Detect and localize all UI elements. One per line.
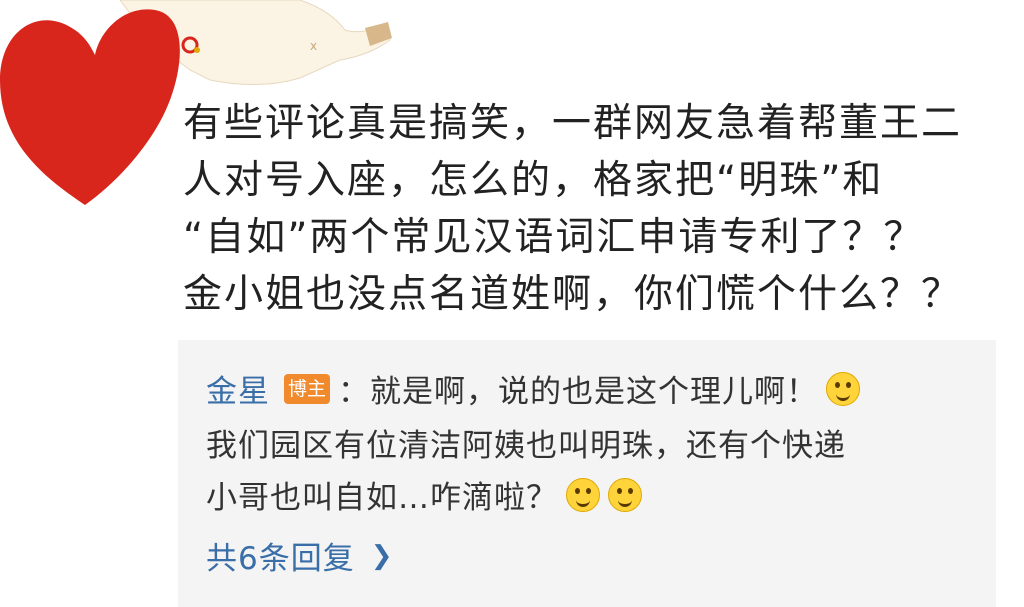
- reply-first-line: 金星 博主 ：就是啊，说的也是这个理儿啊！: [206, 366, 861, 411]
- reply-author-link[interactable]: 金星: [206, 366, 270, 411]
- comment-text: 有些评论真是搞笑，一群网友急着帮董王二 人对号入座，怎么的，格家把“明珠”和 “…: [183, 95, 1003, 323]
- reply-second-line: 我们园区有位清洁阿姨也叫明珠，还有个快递: [206, 420, 846, 465]
- view-more-replies-link[interactable]: 共6条回复 ❯: [206, 533, 394, 578]
- giggle-emoji-icon: [608, 477, 642, 512]
- reply-text: 我们园区有位清洁阿姨也叫明珠，还有个快递: [206, 428, 846, 464]
- reply-text: ：就是啊，说的也是这个理儿啊！: [338, 374, 819, 410]
- comment-line: 金小姐也没点名道姓啊，你们慌个什么？？: [183, 272, 963, 317]
- wink-tongue-emoji-icon: [826, 371, 861, 406]
- reply-preview: 金星 博主 ：就是啊，说的也是这个理儿啊！ 我们园区有位清洁阿姨也叫明珠，还有个…: [178, 340, 996, 607]
- author-badge: 博主: [284, 373, 331, 404]
- chevron-right-icon: ❯: [370, 540, 394, 571]
- svg-text:x: x: [310, 39, 317, 53]
- reply-third-line: 小哥也叫自如…咋滴啦？: [206, 472, 642, 517]
- comment-line: 有些评论真是搞笑，一群网友急着帮董王二: [183, 101, 963, 146]
- comment-line: 人对号入座，怎么的，格家把“明珠”和: [183, 158, 884, 203]
- heart-icon: [0, 9, 180, 206]
- reply-text: 小哥也叫自如…咋滴啦？: [206, 480, 558, 516]
- comment-line: “自如”两个常见汉语词汇申请专利了？？: [183, 215, 925, 260]
- more-replies-label[interactable]: 共6条回复: [206, 533, 355, 578]
- grin-emoji-icon: [566, 477, 600, 512]
